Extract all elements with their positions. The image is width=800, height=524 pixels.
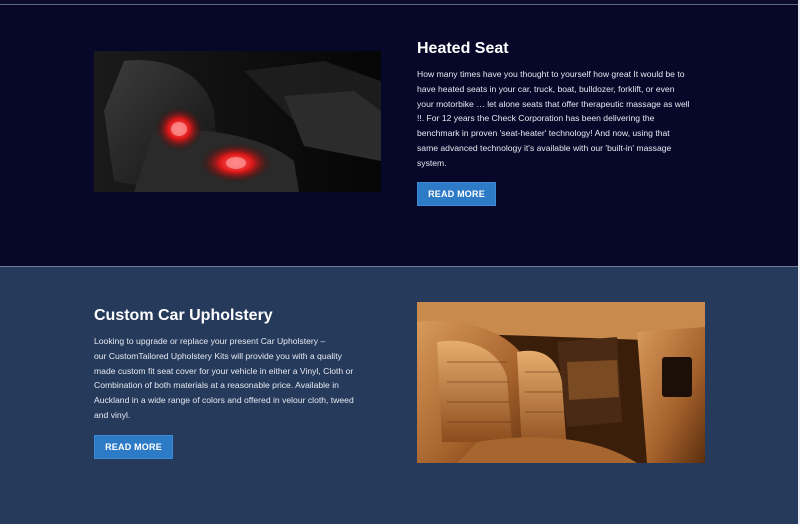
desc-line: made custom fit seat cover for your vehi… bbox=[94, 365, 354, 376]
desc-line: have heated seats in your car, truck, bo… bbox=[417, 83, 675, 94]
heated-seat-title: Heated Seat bbox=[417, 40, 509, 57]
leather-interior-illustration bbox=[417, 302, 705, 463]
desc-line: Looking to upgrade or replace your prese… bbox=[94, 336, 326, 346]
desc-line: your motorbike … let alone seats that of… bbox=[417, 98, 690, 109]
heated-seat-description: How many times have you thought to yours… bbox=[417, 67, 707, 171]
desc-line: !!. For 12 years the Check Corporation h… bbox=[417, 113, 655, 124]
desc-line: our CustomTailored Upholstery Kits will … bbox=[94, 350, 342, 361]
desc-line: system. bbox=[417, 157, 447, 168]
custom-upholstery-title: Custom Car Upholstery bbox=[94, 307, 273, 324]
heated-seat-read-more-button[interactable]: READ MORE bbox=[417, 182, 496, 206]
leather-interior-image bbox=[417, 302, 705, 463]
heated-seat-illustration bbox=[94, 51, 381, 192]
custom-upholstery-read-more-button[interactable]: READ MORE bbox=[94, 435, 173, 459]
desc-line: How many times have you thought to yours… bbox=[417, 69, 685, 79]
heated-seat-section: Heated Seat How many times have you thou… bbox=[0, 5, 800, 267]
desc-line: benchmark in proven 'seat-heater' techno… bbox=[417, 128, 670, 139]
desc-line: Combination of both materials at a reaso… bbox=[94, 380, 339, 391]
desc-line: Auckland in a wide range of colors and o… bbox=[94, 395, 354, 406]
desc-line: and vinyl. bbox=[94, 409, 131, 420]
custom-upholstery-section: Custom Car Upholstery Looking to upgrade… bbox=[0, 267, 800, 524]
desc-line: same advanced technology it's available … bbox=[417, 142, 672, 153]
custom-upholstery-description: Looking to upgrade or replace your prese… bbox=[94, 334, 372, 423]
heated-seat-image bbox=[94, 51, 381, 192]
